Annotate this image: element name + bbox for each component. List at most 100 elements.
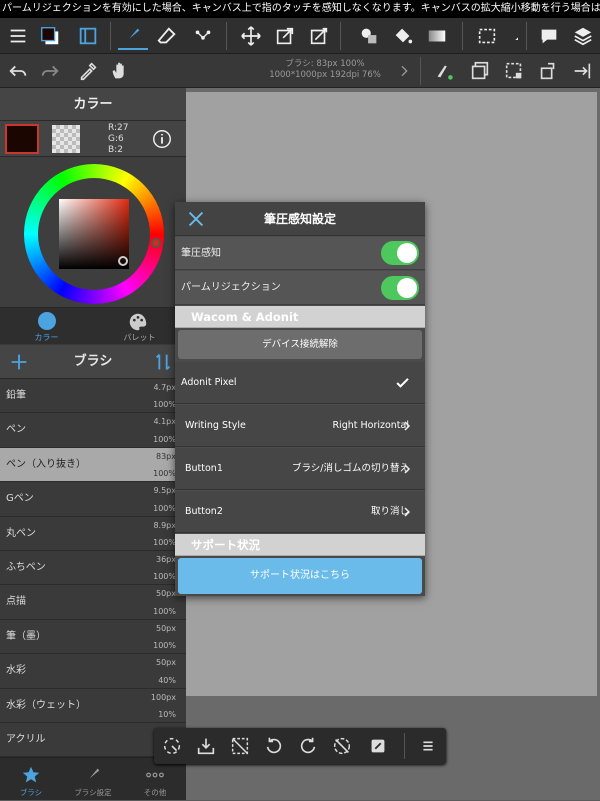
writing-style-row[interactable]: Writing Style Right Horizontal [175, 405, 425, 447]
lasso-clear-icon[interactable] [158, 733, 186, 759]
brush-name: 水彩（ウェット） [6, 699, 86, 711]
brush-tool-icon[interactable] [118, 22, 148, 50]
pressure-row: 筆圧感知 [175, 237, 425, 270]
tab-palette[interactable]: パレット [93, 308, 186, 345]
import-icon[interactable] [192, 733, 220, 759]
dialog-title: 筆圧感知設定 [263, 212, 336, 226]
more-small-icon[interactable] [506, 22, 522, 50]
flip-icon[interactable] [568, 58, 596, 84]
button1-row[interactable]: Button1 ブラシ/消しゴムの切り替え [175, 448, 425, 490]
disconnect-row: デバイス接続解除 [175, 328, 425, 362]
brush-name: 筆（墨） [6, 630, 46, 642]
writing-style-key: Writing Style [185, 420, 246, 431]
color-tabs: カラー パレット [0, 307, 186, 344]
brush-info-line2: 1000*1000px 192dpi 76% [269, 70, 381, 80]
deselect-icon[interactable] [226, 733, 254, 759]
brush-list-item[interactable]: Gペン 9.5px 100% [0, 482, 186, 517]
brush-name: ふちペン [6, 561, 46, 573]
dot-tool-icon[interactable] [188, 22, 218, 50]
button2-key: Button2 [185, 506, 223, 517]
brush-list-item[interactable]: ペン（入り抜き） 83px 100% [0, 447, 186, 483]
main-color-swatch[interactable] [5, 124, 39, 154]
star-icon [20, 764, 42, 786]
chat-icon[interactable] [534, 22, 564, 50]
brush-size: 50px [156, 589, 176, 599]
menu-icon[interactable] [4, 22, 32, 50]
menu-lines-icon[interactable] [414, 733, 442, 759]
button2-row[interactable]: Button2 取り消し [175, 491, 425, 533]
brush-opacity: 100% [153, 572, 176, 582]
sub-color-swatch[interactable] [52, 125, 80, 153]
undo-icon[interactable] [4, 58, 32, 84]
color-swatch-icon[interactable] [36, 22, 64, 50]
brush-list-item[interactable]: 筆（墨） 50px 100% [0, 619, 186, 655]
deform-tool-icon[interactable] [304, 22, 334, 50]
brush-name: アクリル [6, 733, 46, 745]
tab-brush[interactable]: ブラシ [0, 758, 62, 801]
selection-tool-icon[interactable] [472, 22, 502, 50]
section-wacom-title: Wacom & Adonit [191, 310, 299, 324]
brush-opacity: 100% [153, 503, 176, 513]
section-support: サポート状況 [175, 534, 425, 556]
brush-list-item[interactable]: 水彩（ウェット） 100px 10% [0, 688, 186, 723]
device-row[interactable]: Adonit Pixel [175, 362, 425, 404]
rotate-left-icon[interactable] [260, 733, 288, 759]
eyedropper-icon[interactable] [74, 58, 102, 84]
rgb-g-value: G:6 [108, 134, 124, 144]
brush-opacity: 100% [153, 537, 176, 547]
brush-list-item[interactable]: 丸ペン 8.9px 100% [0, 516, 186, 551]
brush-list-item[interactable]: ペン 4.1px 100% [0, 413, 186, 448]
brush-info: ブラシ: 83px 100% 1000*1000px 192dpi 76% [230, 59, 420, 81]
brush-opacity: 100% [153, 641, 176, 651]
tab-other[interactable]: その他 [124, 758, 186, 801]
select-region-icon[interactable] [500, 58, 528, 84]
brush-name: 鉛筆 [6, 390, 26, 401]
rotate-right-icon[interactable] [294, 733, 322, 759]
toolbar-separator [462, 22, 463, 50]
color-info-row: R:27 G:6 B:2 [0, 121, 186, 157]
eraser-tool-icon[interactable] [152, 22, 182, 50]
disconnect-button[interactable]: デバイス接続解除 [178, 330, 422, 359]
brush-panel-header: ブラシ [0, 345, 186, 379]
fill-tool-icon[interactable] [388, 22, 418, 50]
writing-style-value: Right Horizontal [332, 420, 409, 431]
pressure-toggle[interactable] [381, 241, 419, 265]
support-button[interactable]: サポート状況はこちら [178, 558, 422, 594]
move-tool-icon[interactable] [236, 22, 266, 50]
brush-list-item[interactable]: 点描 50px 100% [0, 585, 186, 620]
canvas-action-bar [154, 728, 446, 764]
support-row: サポート状況はこちら [175, 556, 425, 596]
brush-list-item[interactable]: 鉛筆 4.7px 100% [0, 379, 186, 414]
tab-brush-settings-label: ブラシ設定 [74, 788, 112, 797]
sort-icon[interactable] [152, 351, 174, 373]
chevron-right-icon [401, 505, 413, 519]
add-brush-icon[interactable] [8, 351, 30, 373]
brush-settings-icon[interactable] [430, 58, 458, 84]
palm-rejection-toggle[interactable] [381, 276, 419, 300]
layer-panel-icon[interactable] [74, 22, 102, 50]
notification-ticker: パームリジェクションを有効にした場合、キャンバス上で指のタッチを感知しなくなりま… [0, 0, 600, 18]
redo-icon[interactable] [36, 58, 64, 84]
layers-icon[interactable] [568, 22, 598, 50]
sv-picker-cursor[interactable] [118, 256, 128, 266]
gradient-tool-icon[interactable] [422, 22, 452, 50]
copy-layer-icon[interactable] [466, 58, 494, 84]
brush-list-item[interactable]: 水彩 50px 40% [0, 654, 186, 689]
toggle-knob [397, 278, 417, 298]
toolbar-separator [226, 22, 227, 50]
hue-picker-cursor[interactable] [151, 238, 161, 248]
hand-tool-icon[interactable] [106, 58, 134, 84]
shape-tool-icon[interactable] [354, 22, 384, 50]
dialog-header: 筆圧感知設定 [175, 202, 425, 236]
brush-size: 100px [150, 692, 176, 702]
info-icon[interactable] [150, 127, 174, 151]
reset-rotation-icon[interactable] [328, 733, 356, 759]
tab-color[interactable]: カラー [0, 308, 93, 345]
brush-opacity: 100% [153, 606, 176, 616]
rotate-layer-icon[interactable] [534, 58, 562, 84]
edit-icon[interactable] [364, 733, 392, 759]
transform-tool-icon[interactable] [270, 22, 300, 50]
tab-brush-settings[interactable]: ブラシ設定 [62, 758, 124, 801]
brush-list-item[interactable]: ふちペン 36px 100% [0, 550, 186, 586]
pressure-label: 筆圧感知 [181, 248, 221, 259]
